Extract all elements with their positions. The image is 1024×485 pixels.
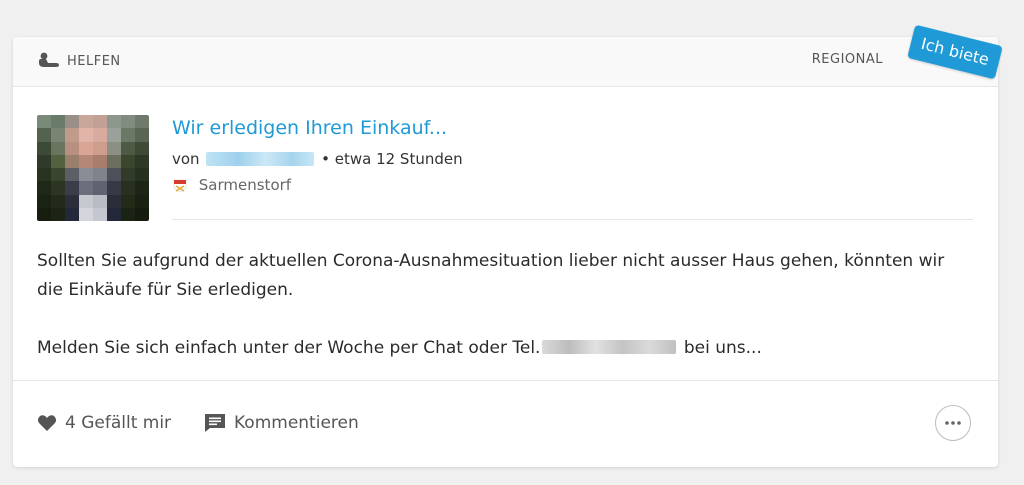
post-body-contact: Melden Sie sich einfach unter der Woche … [37,334,967,363]
more-options-button[interactable] [935,405,971,441]
phone-number-redacted [542,340,677,354]
footer-divider [13,380,998,381]
post-title[interactable]: Wir erledigen Ihren Einkauf... [172,117,447,139]
like-label: 4 Gefällt mir [65,413,172,433]
comment-label: Kommentieren [234,413,359,433]
post-meta: von • etwa 12 Stunden [172,150,463,168]
author-name-redacted[interactable] [206,152,315,166]
card-header: HELFEN REGIONAL [13,37,998,87]
comment-icon [205,414,225,432]
like-button[interactable]: 4 Gefällt mir [37,413,171,433]
municipality-flag-icon [173,179,187,193]
content-divider [172,219,973,220]
contact-prefix: Melden Sie sich einfach unter der Woche … [37,338,541,358]
post-body-paragraph: Sollten Sie aufgrund der aktuellen Coron… [37,251,945,300]
post-body: Sollten Sie aufgrund der aktuellen Coron… [37,247,967,392]
more-dots-icon [945,421,961,425]
location-label: Sarmenstorf [198,176,292,194]
post-card: HELFEN REGIONAL Ich biete Wir erledigen … [13,24,1003,467]
post-location[interactable]: Sarmenstorf [172,176,291,194]
post-time: • etwa 12 Stunden [321,150,463,168]
user-avatar[interactable] [37,115,149,221]
category-label: HELFEN [67,54,121,69]
helping-hand-icon [39,52,59,67]
contact-suffix: bei uns... [683,338,762,358]
comment-button[interactable]: Kommentieren [204,413,359,433]
heart-icon [37,415,57,431]
by-prefix: von [172,150,200,168]
region-label[interactable]: REGIONAL [812,52,883,67]
